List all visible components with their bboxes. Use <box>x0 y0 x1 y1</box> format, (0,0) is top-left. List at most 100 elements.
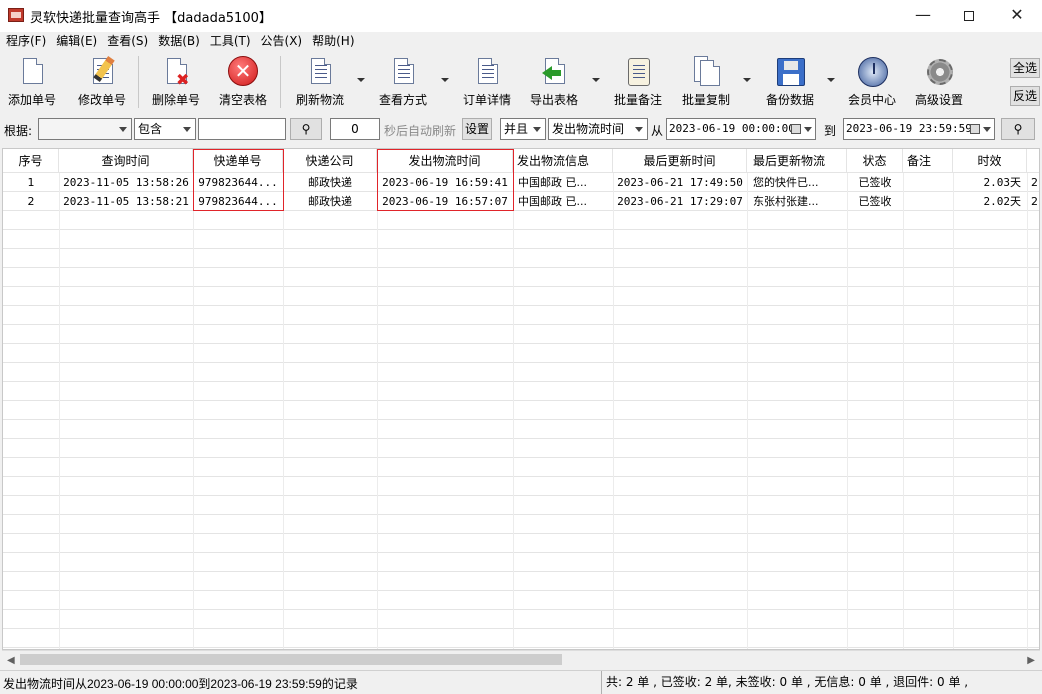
chevron-down-icon <box>183 127 191 132</box>
menu-announcement[interactable]: 公告(X) <box>255 32 307 50</box>
table-row[interactable]: 2 2023-11-05 13:58:21 979823644... 邮政快递 … <box>3 192 1039 211</box>
gear-icon <box>923 56 955 88</box>
menu-data[interactable]: 数据(B) <box>152 32 204 50</box>
select-all-button[interactable]: 全选 <box>1010 58 1040 78</box>
advanced-settings-label: 高级设置 <box>914 93 963 107</box>
column-header-duration[interactable]: 时效 <box>953 149 1027 173</box>
refresh-seconds-input[interactable]: 0 <box>330 118 380 140</box>
scrollbar-thumb[interactable] <box>20 654 562 665</box>
column-header-dispatch-info[interactable]: 发出物流信息 <box>513 149 613 173</box>
chevron-down-icon <box>119 127 127 132</box>
column-header-note[interactable]: 备注 <box>903 149 953 173</box>
from-datetime-value: 2023-06-19 00:00:00 <box>669 122 795 135</box>
order-detail-label: 订单详情 <box>462 93 511 107</box>
delete-order-button[interactable]: ✖ 删除单号 <box>148 54 204 110</box>
chevron-down-icon <box>804 127 812 132</box>
search-icon: ⚲ <box>1013 122 1023 136</box>
column-header-query-time[interactable]: 查询时间 <box>59 149 193 173</box>
new-document-icon <box>16 56 48 88</box>
chevron-down-icon <box>533 127 541 132</box>
checklist-icon <box>387 56 419 88</box>
to-label: 到 <box>824 124 837 138</box>
menu-edit[interactable]: 编辑(E) <box>50 32 101 50</box>
grid-body <box>3 173 1039 649</box>
refresh-dropdown-arrow-icon[interactable] <box>357 78 365 82</box>
to-datetime-value: 2023-06-19 23:59:59 <box>846 122 972 135</box>
invert-selection-button[interactable]: 反选 <box>1010 86 1040 106</box>
delete-document-icon: ✖ <box>160 56 192 88</box>
backup-data-button[interactable]: 备份数据 <box>760 54 820 110</box>
menu-view[interactable]: 查看(S) <box>101 32 152 50</box>
menu-help[interactable]: 帮助(H) <box>306 32 358 50</box>
view-mode-dropdown-arrow-icon[interactable] <box>441 78 449 82</box>
edit-order-button[interactable]: 修改单号 <box>74 54 130 110</box>
to-datetime-picker[interactable]: 2023-06-19 23:59:59 <box>843 118 995 140</box>
cell-extra: 2 <box>1031 176 1038 189</box>
filter-search-button[interactable]: ⚲ <box>1001 118 1035 140</box>
export-dropdown-arrow-icon[interactable] <box>592 78 600 82</box>
column-divider <box>953 173 954 649</box>
column-header-status[interactable]: 状态 <box>847 149 903 173</box>
scroll-left-icon[interactable]: ◀ <box>7 655 15 666</box>
table-row[interactable]: 1 2023-11-05 13:58:26 979823644... 邮政快递 … <box>3 173 1039 192</box>
menu-tools[interactable]: 工具(T) <box>204 32 255 50</box>
export-table-button[interactable]: 导出表格 <box>524 54 584 110</box>
match-mode-select[interactable]: 包含 <box>134 118 196 140</box>
calendar-icon <box>970 124 980 134</box>
set-refresh-button[interactable]: 设置 <box>462 118 492 140</box>
clear-circle-x-icon: ✕ <box>227 56 259 88</box>
advanced-settings-button[interactable]: 高级设置 <box>908 54 970 110</box>
view-mode-button[interactable]: 查看方式 <box>374 54 432 110</box>
view-mode-label: 查看方式 <box>378 93 427 107</box>
close-button[interactable]: ✕ <box>994 0 1040 32</box>
filter-status-text: 发出物流时间从2023-06-19 00:00:00到2023-06-19 23… <box>3 677 358 691</box>
toolbar-separator <box>138 56 139 108</box>
chevron-down-icon <box>635 127 643 132</box>
order-detail-button[interactable]: 订单详情 <box>458 54 516 110</box>
match-mode-value: 包含 <box>138 122 163 136</box>
refresh-logistics-button[interactable]: 刷新物流 <box>290 54 350 110</box>
cell-query-time: 2023-11-05 13:58:21 <box>63 195 189 208</box>
batch-copy-dropdown-arrow-icon[interactable] <box>743 78 751 82</box>
batch-copy-button[interactable]: 批量复制 <box>676 54 736 110</box>
status-bar: 发出物流时间从2023-06-19 00:00:00到2023-06-19 23… <box>0 670 1042 694</box>
column-divider <box>613 173 614 649</box>
logic-select[interactable]: 并且 <box>500 118 546 140</box>
cell-note <box>903 192 953 211</box>
add-order-button[interactable]: 添加单号 <box>4 54 60 110</box>
cell-last-update-time: 2023-06-21 17:29:07 <box>617 195 743 208</box>
batch-note-button[interactable]: 批量备注 <box>608 54 668 110</box>
results-table[interactable]: 序号 查询时间 快递单号 快递公司 发出物流时间 发出物流信息 最后更新时间 最… <box>2 148 1040 650</box>
filter-by-label: 根据: <box>4 124 33 138</box>
search-icon: ⚲ <box>301 122 311 136</box>
horizontal-scrollbar[interactable]: ◀ ▶ <box>2 650 1040 667</box>
minimize-button[interactable]: — <box>900 0 946 32</box>
member-center-button[interactable]: 会员中心 <box>844 54 900 110</box>
column-divider <box>283 173 284 649</box>
copy-documents-icon <box>690 56 722 88</box>
menu-program[interactable]: 程序(F) <box>0 32 50 50</box>
column-header-last-update-time[interactable]: 最后更新时间 <box>613 149 747 173</box>
column-header-extra[interactable] <box>1027 149 1039 173</box>
clear-table-button[interactable]: ✕ 清空表格 <box>214 54 272 110</box>
from-datetime-picker[interactable]: 2023-06-19 00:00:00 <box>666 118 816 140</box>
filter-field-select[interactable] <box>38 118 132 140</box>
cell-status: 已签收 <box>858 176 892 189</box>
column-header-courier[interactable]: 快递公司 <box>283 149 377 173</box>
maximize-icon <box>964 10 974 21</box>
backup-dropdown-arrow-icon[interactable] <box>827 78 835 82</box>
toolbar: 添加单号 修改单号 ✖ 删除单号 ✕ 清空表格 刷新物流 查看方式 订单详情 导… <box>0 52 1042 114</box>
export-arrow-icon <box>538 56 570 88</box>
keyword-input[interactable] <box>198 118 286 140</box>
scroll-right-icon[interactable]: ▶ <box>1027 655 1035 666</box>
column-header-index[interactable]: 序号 <box>3 149 59 173</box>
column-header-last-update-info[interactable]: 最后更新物流 <box>747 149 847 173</box>
maximize-button[interactable] <box>946 0 992 32</box>
cell-index: 2 <box>27 195 35 208</box>
refresh-logistics-label: 刷新物流 <box>295 93 344 107</box>
cell-extra: 2 <box>1031 195 1038 208</box>
search-button[interactable]: ⚲ <box>290 118 322 140</box>
export-table-label: 导出表格 <box>529 93 578 107</box>
time-field-select[interactable]: 发出物流时间 <box>548 118 648 140</box>
cell-courier: 邮政快递 <box>308 195 352 208</box>
